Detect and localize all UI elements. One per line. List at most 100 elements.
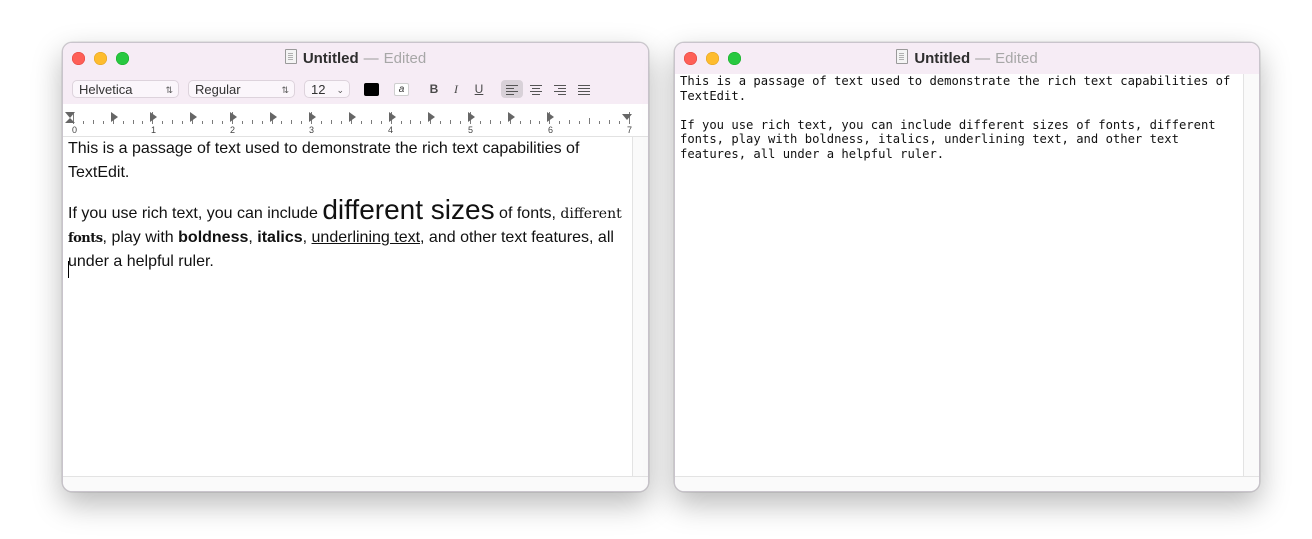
document-text-area[interactable]: This is a passage of text used to demons… <box>675 74 1243 477</box>
italic-button[interactable]: I <box>447 81 465 97</box>
document-text-area[interactable]: This is a passage of text used to demons… <box>63 137 631 477</box>
edited-status[interactable]: Edited <box>384 50 427 67</box>
ruler-number: 2 <box>230 125 236 135</box>
window-title-name[interactable]: Untitled <box>303 50 359 67</box>
ruler-tick <box>103 121 104 124</box>
edited-status[interactable]: Edited <box>995 50 1038 67</box>
ruler-number: 6 <box>548 125 554 135</box>
ruler-tick <box>559 121 560 124</box>
text-run: of fonts, <box>494 205 561 222</box>
ruler-tick <box>133 120 134 124</box>
tab-stop-marker[interactable] <box>389 112 396 122</box>
align-left-button[interactable] <box>501 80 523 98</box>
text-color-well[interactable] <box>364 83 379 96</box>
ruler-tick <box>589 118 590 124</box>
tab-stop-marker[interactable] <box>349 112 356 122</box>
tab-stop-marker[interactable] <box>150 112 157 122</box>
tab-stop-marker[interactable] <box>190 112 197 122</box>
ruler-tick <box>172 120 173 124</box>
document-icon[interactable] <box>896 49 909 64</box>
ruler-tick <box>291 120 292 124</box>
font-size-combo[interactable]: 12 ⌄ <box>304 80 350 98</box>
ruler-tick <box>490 120 491 124</box>
ruler-number: 1 <box>151 125 157 135</box>
italic-text-run: italics <box>257 229 303 246</box>
align-center-button[interactable] <box>525 80 547 98</box>
ruler-tick <box>450 120 451 124</box>
font-style-popup[interactable]: Regular ⇅ <box>188 80 295 98</box>
ruler-tick <box>331 120 332 124</box>
ruler-tick <box>410 120 411 124</box>
rich-text-document[interactable]: This is a passage of text used to demons… <box>68 137 633 273</box>
tab-stop-marker[interactable] <box>309 112 316 122</box>
text-run: , play with <box>102 229 179 246</box>
ruler-tick <box>440 121 441 124</box>
bold-button[interactable]: B <box>425 81 443 97</box>
ruler-tick <box>123 121 124 124</box>
title-separator: — <box>363 50 379 67</box>
ruler-tick <box>142 121 143 124</box>
document-icon[interactable] <box>284 49 297 64</box>
ruler-tick <box>539 121 540 124</box>
text-run: , <box>302 229 312 246</box>
font-family-value: Helvetica <box>79 82 133 97</box>
tab-stop-marker[interactable] <box>468 112 475 122</box>
ruler-tick <box>222 121 223 124</box>
plain-text-document[interactable]: This is a passage of text used to demons… <box>680 74 1240 161</box>
ruler-tick <box>182 121 183 124</box>
textedit-window-plain: Untitled — Edited This is a passage of tex… <box>674 42 1260 492</box>
align-right-button[interactable] <box>549 80 571 98</box>
text-run: , <box>248 229 258 246</box>
tab-stop-marker[interactable] <box>428 112 435 122</box>
first-line-indent-marker[interactable] <box>65 118 75 123</box>
title-separator: — <box>975 50 991 67</box>
tab-stop-marker[interactable] <box>508 112 515 122</box>
window-title-name[interactable]: Untitled <box>914 50 970 67</box>
ruler-tick <box>381 121 382 124</box>
ruler-number: 0 <box>72 125 78 135</box>
ruler-number: 4 <box>388 125 394 135</box>
highlight-color-icon[interactable]: a <box>394 83 409 96</box>
ruler-tick <box>202 121 203 124</box>
ruler-number: 7 <box>627 125 633 135</box>
format-toolbar: Helvetica ⇅ Regular ⇅ 12 ⌄ a B I U <box>63 74 648 104</box>
ruler-tick <box>361 121 362 124</box>
large-text-run: different sizes <box>322 194 495 225</box>
ruler-tick <box>262 121 263 124</box>
tab-stop-marker[interactable] <box>111 112 118 122</box>
font-size-value: 12 <box>311 82 326 97</box>
font-style-value: Regular <box>195 82 241 97</box>
chevron-down-icon[interactable]: ⌄ <box>336 81 344 99</box>
underline-button[interactable]: U <box>470 81 488 97</box>
title-bar[interactable]: Untitled — Edited <box>675 43 1259 74</box>
window-title: Untitled — Edited <box>675 49 1259 67</box>
alignment-control <box>501 80 597 98</box>
ruler-tick <box>530 120 531 124</box>
textedit-window-rich: Untitled — Edited Helvetica ⇅ Regular ⇅ 12… <box>62 42 649 492</box>
tab-stop-marker[interactable] <box>270 112 277 122</box>
vertical-scrollbar[interactable] <box>632 137 648 477</box>
tab-stop-marker[interactable] <box>547 112 554 122</box>
ruler-tick <box>162 121 163 124</box>
tab-stop-marker[interactable] <box>230 112 237 122</box>
ruler-tick <box>401 121 402 124</box>
ruler-tick <box>579 121 580 124</box>
font-family-popup[interactable]: Helvetica ⇅ <box>72 80 179 98</box>
ruler-tick <box>609 120 610 124</box>
text-run: If you use rich text, you can include <box>68 205 323 222</box>
ruler-tick <box>281 121 282 124</box>
serif-text-run: different <box>560 206 622 222</box>
right-margin-marker[interactable] <box>622 114 632 120</box>
title-bar[interactable]: Untitled — Edited <box>63 43 648 74</box>
ruler-tick <box>371 120 372 124</box>
align-justify-button[interactable] <box>573 80 595 98</box>
ruler-tick <box>93 120 94 124</box>
vertical-scrollbar[interactable] <box>1243 74 1259 477</box>
window-footer <box>675 476 1259 491</box>
ruler-tick <box>252 120 253 124</box>
paragraph-1: This is a passage of text used to demons… <box>68 140 580 181</box>
paragraph-2: If you use rich text, you can include di… <box>68 196 633 273</box>
ruler-number: 3 <box>309 125 315 135</box>
ruler-tick <box>83 121 84 124</box>
ruler[interactable]: 0 1 2 3 4 5 6 7 <box>63 104 648 137</box>
